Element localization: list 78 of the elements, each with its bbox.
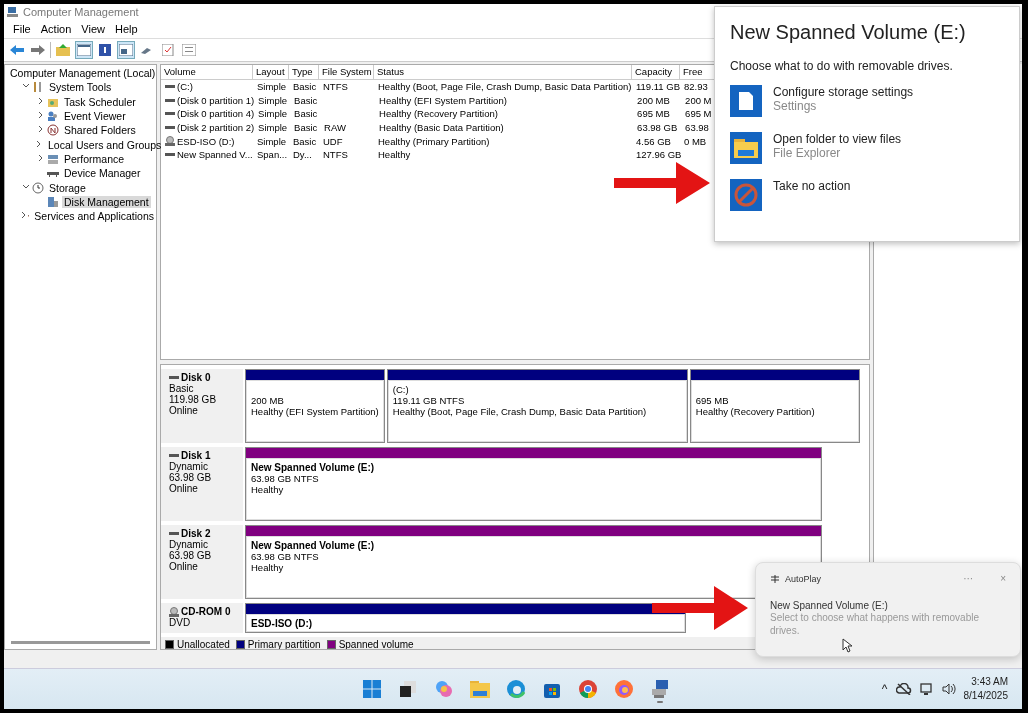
table-cell: Basic xyxy=(293,81,317,93)
table-cell: UDF xyxy=(323,135,343,147)
disk-type: Basic xyxy=(169,383,195,394)
partition-size: 695 MB xyxy=(695,395,730,406)
disk-name: Disk 2 xyxy=(181,528,211,539)
table-cell: Healthy (Recovery Partition) xyxy=(379,108,498,120)
toast-body: Select to choose what happens with removable drives. xyxy=(770,611,980,637)
table-cell: ESD-ISO (D:) xyxy=(177,135,235,147)
table-cell: Simple xyxy=(258,94,288,106)
table-cell: 4.56 GB xyxy=(636,135,671,147)
partition-status: Healthy (EFI System Partition) xyxy=(251,406,379,417)
partition-status: Healthy xyxy=(251,562,285,573)
table-cell: 695 M xyxy=(685,108,712,120)
window-title: Computer Management xyxy=(23,6,139,18)
disk-size: 119.98 GB xyxy=(169,394,218,405)
table-cell: Simple xyxy=(258,122,288,134)
legend-label: Primary partition xyxy=(247,638,321,649)
disk-status: Online xyxy=(169,483,199,494)
disk-size: 63.98 GB xyxy=(169,472,213,483)
partition-size: 63.98 GB NTFS xyxy=(251,473,320,484)
table-cell: NTFS xyxy=(323,81,348,93)
option-detail: Settings xyxy=(773,99,818,113)
disk-status: Online xyxy=(169,405,199,416)
table-cell: RAW xyxy=(324,122,346,134)
option-detail: File Explorer xyxy=(773,146,842,160)
disk-type: Dynamic xyxy=(169,461,209,472)
table-cell: 63.98 xyxy=(685,122,709,134)
table-cell: Simple xyxy=(258,108,288,120)
disk-name: Disk 0 xyxy=(181,372,211,383)
volume-label: (C:) xyxy=(392,384,410,395)
legend-label: Unallocated xyxy=(177,638,230,649)
toast-app-name: AutoPlay xyxy=(785,573,822,584)
table-cell: Dy... xyxy=(293,149,312,161)
toast-title: New Spanned Volume (E:) xyxy=(770,600,889,611)
table-cell: Healthy (Boot, Page File, Crash Dump, Basic Data Partition) xyxy=(378,81,632,93)
table-cell: (C:) xyxy=(177,81,193,93)
disk-name: CD-ROM 0 xyxy=(181,606,231,617)
table-cell: Basic xyxy=(294,108,318,120)
table-cell: Basic xyxy=(293,135,317,147)
partition-size: 63.98 GB NTFS xyxy=(251,551,320,562)
table-cell: 695 MB xyxy=(637,108,670,120)
table-cell: NTFS xyxy=(323,149,348,161)
partition-status: Healthy xyxy=(251,484,285,495)
disk-status: Online xyxy=(169,561,199,572)
disk-size: 63.98 GB xyxy=(169,550,213,561)
table-cell: Healthy (Basic Data Partition) xyxy=(379,122,504,134)
partition-status: Healthy (Recovery Partition) xyxy=(695,406,816,417)
dialog-subtitle: Choose what to do with removable drives. xyxy=(730,59,954,73)
table-cell: Span... xyxy=(257,149,288,161)
table-cell: (Disk 0 partition 4) xyxy=(177,108,255,120)
dialog-title: New Spanned Volume (E:) xyxy=(730,21,967,44)
disk-type: Dynamic xyxy=(169,539,209,550)
table-cell: Healthy xyxy=(378,149,411,161)
partition-status: Healthy (Boot, Page File, Crash Dump, Basic Data Partition) xyxy=(392,406,648,417)
disk-name: Disk 1 xyxy=(181,450,211,461)
table-cell: 119.11 GB xyxy=(636,81,680,93)
volume-label: New Spanned Volume (E:) xyxy=(251,540,376,551)
table-cell: 200 MB xyxy=(637,94,670,106)
disk-type: DVD xyxy=(169,617,192,628)
table-cell: Simple xyxy=(257,135,287,147)
table-cell: 127.96 GB xyxy=(636,149,682,161)
partition-size: 200 MB xyxy=(251,395,285,406)
table-cell: Basic xyxy=(294,94,318,106)
table-cell: Simple xyxy=(257,81,287,93)
table-cell: New Spanned V... xyxy=(177,149,253,161)
partition-size: 119.11 GB NTFS xyxy=(392,395,466,406)
legend-label: Spanned volume xyxy=(338,638,414,649)
table-cell: (Disk 2 partition 2) xyxy=(177,122,255,134)
table-cell: 200 M xyxy=(685,94,712,106)
table-cell: 63.98 GB xyxy=(637,122,678,134)
table-cell: (Disk 0 partition 1) xyxy=(177,94,255,106)
volume-label: ESD-ISO (D:) xyxy=(251,618,314,629)
table-cell: Healthy (Primary Partition) xyxy=(378,135,490,147)
volume-label: New Spanned Volume (E:) xyxy=(251,462,376,473)
table-cell: 82.93 xyxy=(684,81,708,93)
table-cell: Healthy (EFI System Partition) xyxy=(379,94,507,106)
table-cell: 0 MB xyxy=(684,135,707,147)
table-cell: Basic xyxy=(294,122,318,134)
